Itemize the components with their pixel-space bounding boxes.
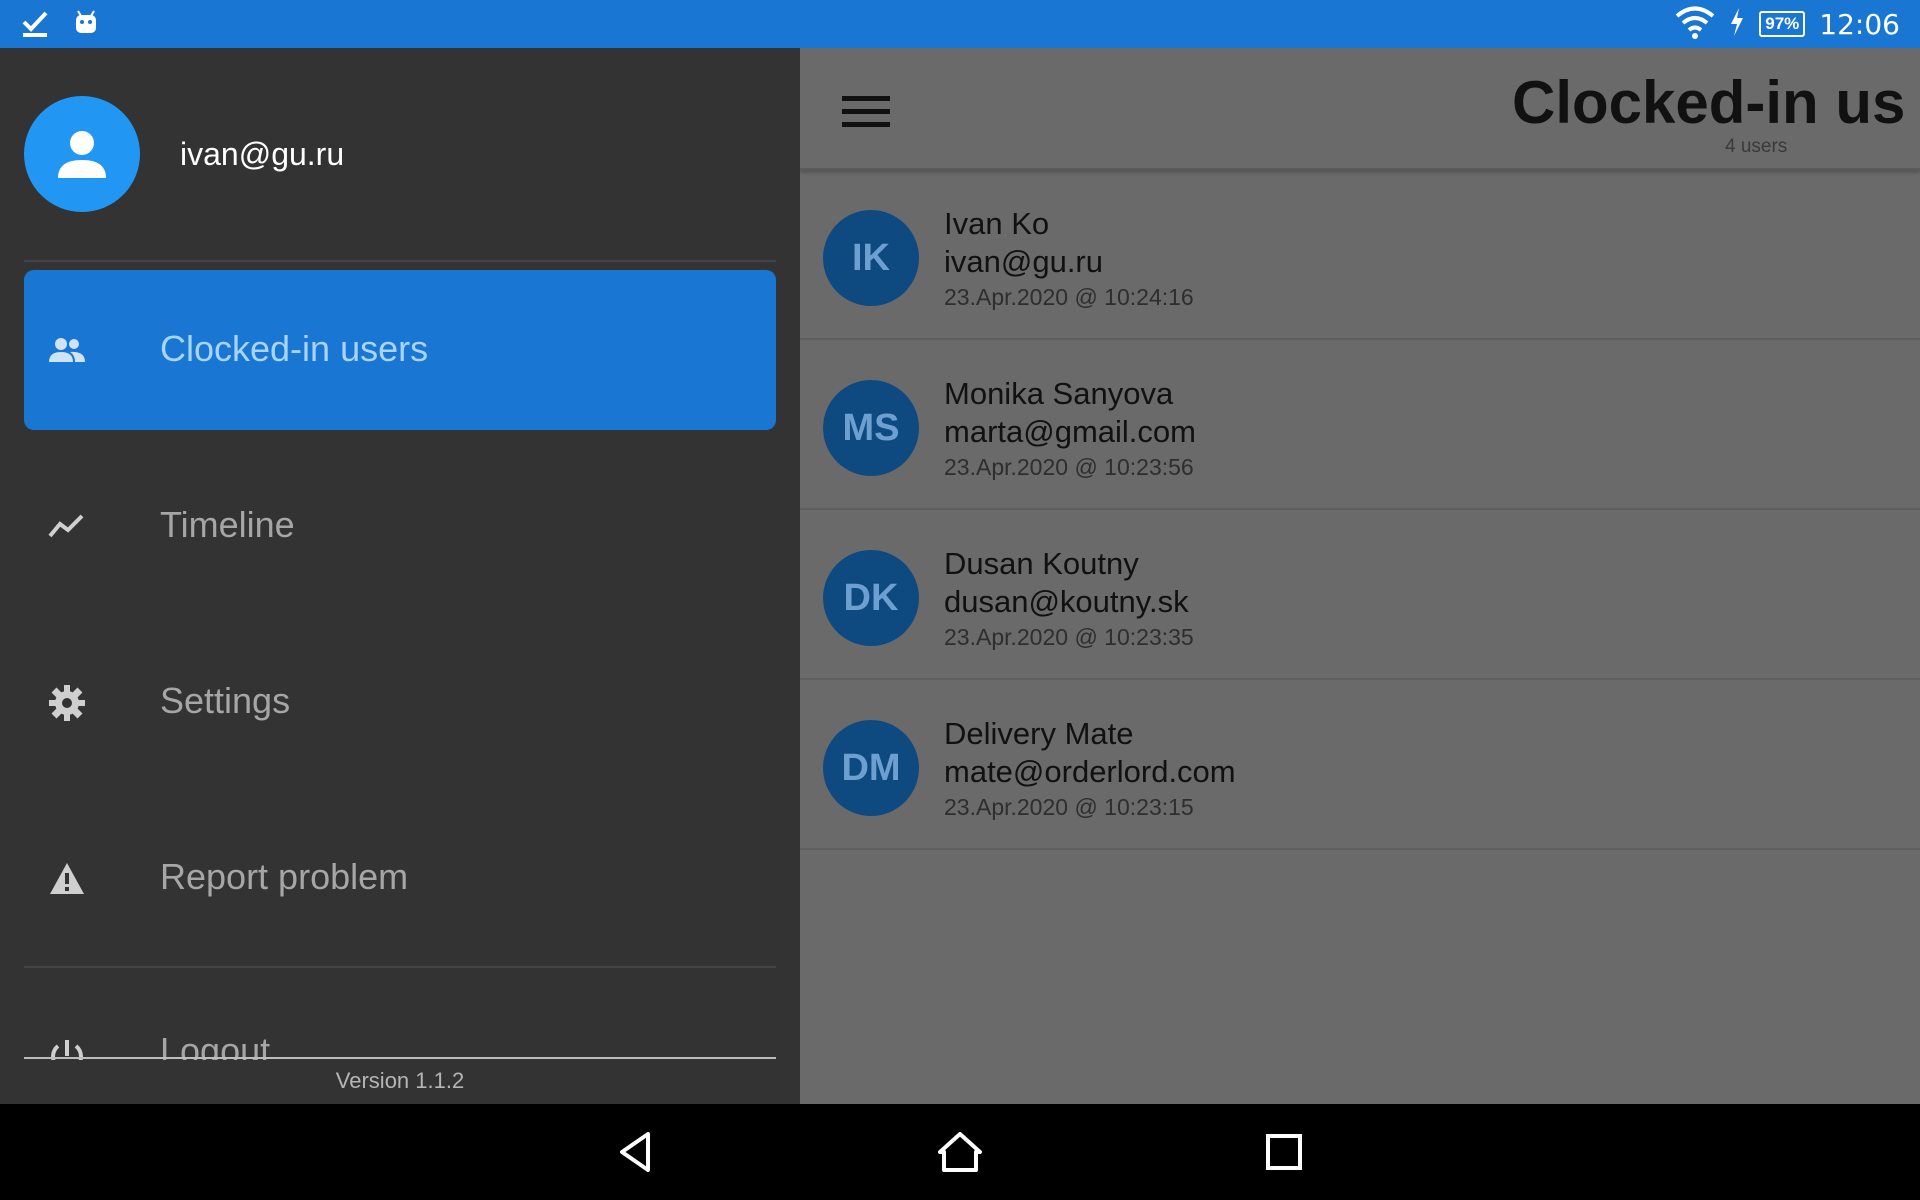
nav-item-clocked-in-users[interactable]: Clocked-in users — [24, 270, 776, 430]
user-name: Ivan Ko — [944, 206, 1050, 241]
clock-in-time: 23.Apr.2020 @ 10:23:15 — [944, 794, 1194, 820]
page-subtitle: 4 users — [1725, 136, 1788, 157]
clock-in-time: 23.Apr.2020 @ 10:24:16 — [944, 284, 1194, 310]
home-icon[interactable] — [936, 1128, 984, 1176]
battery-level: 97% — [1759, 11, 1806, 37]
user-avatar: DK — [823, 550, 919, 646]
people-icon — [49, 338, 85, 362]
hamburger-menu-icon[interactable] — [842, 96, 890, 130]
back-icon[interactable] — [612, 1128, 660, 1176]
user-email: marta@gmail.com — [944, 414, 1196, 449]
trending-icon — [48, 514, 84, 538]
version-label: Version 1.1.2 — [335, 1068, 465, 1093]
checkmark-download-icon — [20, 8, 50, 43]
warning-icon — [50, 863, 84, 894]
clock-in-time: 23.Apr.2020 @ 10:23:35 — [944, 624, 1194, 650]
divider — [24, 260, 776, 262]
status-bar: 97% 12:06 — [0, 0, 1920, 48]
gear-icon — [49, 685, 85, 721]
clock-in-time: 23.Apr.2020 @ 10:23:56 — [944, 454, 1194, 480]
nav-item-report-problem[interactable]: Report problem — [24, 798, 776, 958]
user-name: Delivery Mate — [944, 716, 1134, 751]
list-item[interactable]: IK Ivan Ko ivan@gu.ru 23.Apr.2020 @ 10:2… — [800, 170, 1920, 340]
nav-item-logout[interactable]: Logout — [24, 1018, 776, 1060]
user-list: IK Ivan Ko ivan@gu.ru 23.Apr.2020 @ 10:2… — [800, 170, 1920, 850]
user-avatar: DM — [823, 720, 919, 816]
system-navigation-bar — [0, 1104, 1920, 1200]
user-avatar: IK — [823, 210, 919, 306]
nav-item-settings[interactable]: Settings — [24, 622, 776, 782]
nav-label: Timeline — [160, 504, 295, 545]
user-email: mate@orderlord.com — [944, 754, 1236, 789]
navigation-drawer: ivan@gu.ru Clocked-in users Timeline Set… — [0, 48, 800, 1104]
nav-item-timeline[interactable]: Timeline — [24, 446, 776, 606]
nav-label: Report problem — [160, 856, 409, 897]
user-name: Dusan Koutny — [944, 546, 1139, 581]
user-name: Monika Sanyova — [944, 376, 1174, 411]
divider — [24, 1057, 776, 1059]
list-item[interactable]: MS Monika Sanyova marta@gmail.com 23.Apr… — [800, 340, 1920, 510]
nav-label: Settings — [160, 680, 291, 721]
wifi-icon — [1675, 5, 1715, 44]
page-title: Clocked-in us — [1512, 69, 1906, 136]
list-item[interactable]: DK Dusan Koutny dusan@koutny.sk 23.Apr.2… — [800, 510, 1920, 680]
recents-icon[interactable] — [1260, 1128, 1308, 1176]
charging-bolt-icon — [1729, 7, 1745, 41]
user-avatar: MS — [823, 380, 919, 476]
divider — [24, 966, 776, 968]
nav-label: Logout — [160, 1030, 271, 1060]
battery-icon: 97% — [1759, 11, 1806, 37]
main-content: Clocked-in us 4 users IK Ivan Ko ivan@gu… — [800, 48, 1920, 1104]
user-email: ivan@gu.ru — [944, 244, 1103, 279]
app-bar: Clocked-in us 4 users — [800, 48, 1920, 170]
avatar[interactable] — [24, 96, 140, 212]
profile-email: ivan@gu.ru — [180, 136, 345, 172]
nav-label: Clocked-in users — [160, 328, 429, 369]
user-email: dusan@koutny.sk — [944, 584, 1189, 619]
list-item[interactable]: DM Delivery Mate mate@orderlord.com 23.A… — [800, 680, 1920, 850]
android-debug-icon — [72, 9, 100, 42]
person-icon — [58, 131, 106, 178]
clock: 12:06 — [1819, 7, 1900, 41]
